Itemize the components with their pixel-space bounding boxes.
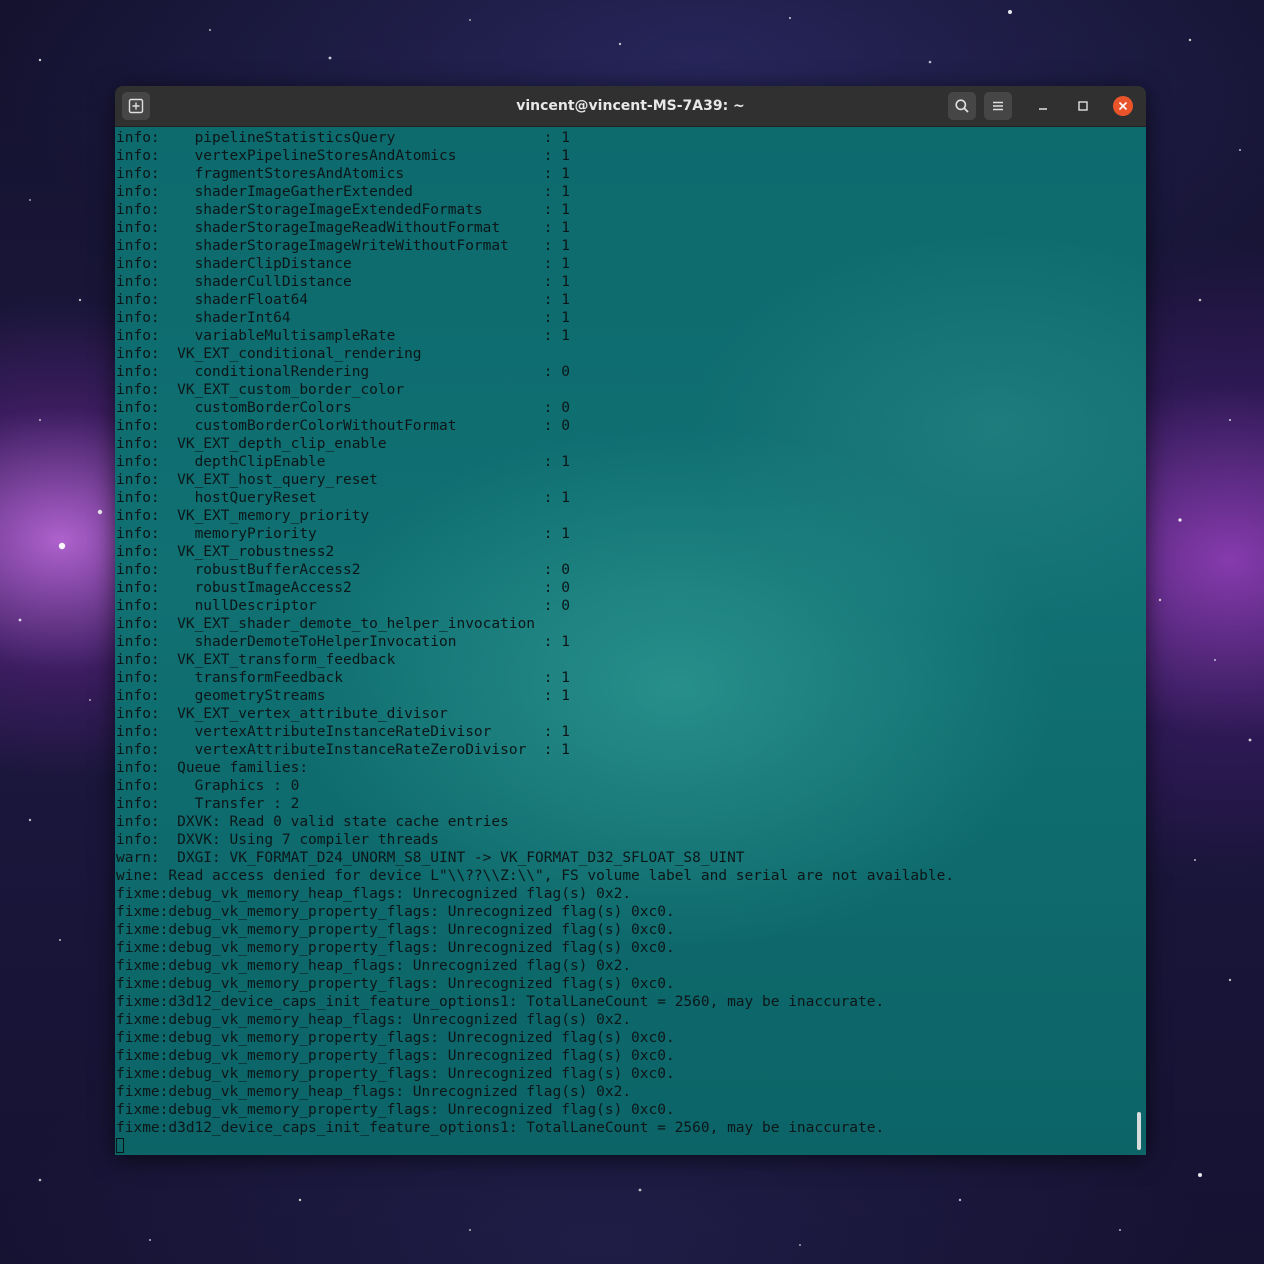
terminal-line: fixme:debug_vk_memory_property_flags: Un… <box>116 1066 675 1082</box>
terminal-line: info: pipelineStatisticsQuery : 1 <box>116 130 570 146</box>
minimize-button[interactable] <box>1033 96 1053 116</box>
terminal-line: fixme:debug_vk_memory_property_flags: Un… <box>116 922 675 938</box>
terminal-line: info: shaderStorageImageReadWithoutForma… <box>116 220 570 236</box>
terminal-line: fixme:debug_vk_memory_property_flags: Un… <box>116 976 675 992</box>
menu-button[interactable] <box>984 92 1012 120</box>
terminal-line: info: vertexAttributeInstanceRateDivisor… <box>116 724 570 740</box>
terminal-line: info: Graphics : 0 <box>116 778 300 794</box>
terminal-line: fixme:debug_vk_memory_heap_flags: Unreco… <box>116 958 632 974</box>
terminal-line: info: shaderFloat64 : 1 <box>116 292 570 308</box>
close-button[interactable] <box>1113 96 1133 116</box>
terminal-line: info: shaderCullDistance : 1 <box>116 274 570 290</box>
terminal-line: fixme:debug_vk_memory_property_flags: Un… <box>116 1030 675 1046</box>
terminal-line: info: DXVK: Using 7 compiler threads <box>116 832 440 848</box>
terminal-line: info: VK_EXT_host_query_reset <box>116 472 378 488</box>
terminal-line: info: DXVK: Read 0 valid state cache ent… <box>116 814 509 830</box>
terminal-line: warn: DXGI: VK_FORMAT_D24_UNORM_S8_UINT … <box>116 850 745 866</box>
search-icon <box>955 99 969 113</box>
terminal-line: info: shaderImageGatherExtended : 1 <box>116 184 570 200</box>
terminal-line: fixme:debug_vk_memory_property_flags: Un… <box>116 1048 675 1064</box>
terminal-line: info: shaderClipDistance : 1 <box>116 256 570 272</box>
terminal-line: info: customBorderColorWithoutFormat : 0 <box>116 418 570 434</box>
terminal-line: info: nullDescriptor : 0 <box>116 598 570 614</box>
terminal-line: info: variableMultisampleRate : 1 <box>116 328 570 344</box>
terminal-line: info: Queue families: <box>116 760 309 776</box>
terminal-line: info: VK_EXT_memory_priority <box>116 508 370 524</box>
terminal-line: fixme:d3d12_device_caps_init_feature_opt… <box>116 1120 885 1136</box>
maximize-icon <box>1078 101 1088 111</box>
terminal-window: vincent@vincent-MS-7A39: ~ info: pipelin… <box>115 86 1146 1155</box>
terminal-line: info: VK_EXT_conditional_rendering <box>116 346 422 362</box>
terminal-output-area[interactable]: info: pipelineStatisticsQuery : 1 info: v… <box>115 127 1146 1155</box>
terminal-line: info: shaderStorageImageExtendedFormats … <box>116 202 570 218</box>
scrollbar-thumb[interactable] <box>1137 1112 1141 1150</box>
terminal-line: info: Transfer : 2 <box>116 796 300 812</box>
terminal-line: info: VK_EXT_shader_demote_to_helper_inv… <box>116 616 536 632</box>
maximize-button[interactable] <box>1073 96 1093 116</box>
close-icon <box>1118 101 1128 111</box>
minimize-icon <box>1039 108 1047 110</box>
terminal-line: fixme:debug_vk_memory_heap_flags: Unreco… <box>116 886 632 902</box>
terminal-lines: info: pipelineStatisticsQuery : 1 info: v… <box>116 129 954 1137</box>
terminal-line: info: geometryStreams : 1 <box>116 688 570 704</box>
terminal-line: fixme:debug_vk_memory_property_flags: Un… <box>116 1102 675 1118</box>
terminal-line: info: vertexPipelineStoresAndAtomics : 1 <box>116 148 570 164</box>
terminal-line: info: transformFeedback : 1 <box>116 670 570 686</box>
terminal-cursor <box>116 1138 124 1153</box>
terminal-line: info: shaderDemoteToHelperInvocation : 1 <box>116 634 570 650</box>
terminal-line: info: VK_EXT_depth_clip_enable <box>116 436 387 452</box>
terminal-line: info: depthClipEnable : 1 <box>116 454 570 470</box>
terminal-line: info: hostQueryReset : 1 <box>116 490 570 506</box>
terminal-line: info: vertexAttributeInstanceRateZeroDiv… <box>116 742 570 758</box>
terminal-line: info: shaderInt64 : 1 <box>116 310 570 326</box>
terminal-line: info: VK_EXT_transform_feedback <box>116 652 396 668</box>
terminal-line: fixme:debug_vk_memory_heap_flags: Unreco… <box>116 1012 632 1028</box>
hamburger-menu-icon <box>993 101 1003 111</box>
terminal-line: wine: Read access denied for device L"\\… <box>116 868 955 884</box>
terminal-line: fixme:d3d12_device_caps_init_feature_opt… <box>116 994 885 1010</box>
terminal-line: fixme:debug_vk_memory_heap_flags: Unreco… <box>116 1084 632 1100</box>
title-bar[interactable]: vincent@vincent-MS-7A39: ~ <box>115 86 1146 127</box>
terminal-line: info: VK_EXT_custom_border_color <box>116 382 405 398</box>
terminal-line: fixme:debug_vk_memory_property_flags: Un… <box>116 940 675 956</box>
terminal-line: info: memoryPriority : 1 <box>116 526 570 542</box>
terminal-line: info: VK_EXT_robustness2 <box>116 544 335 560</box>
terminal-line: info: VK_EXT_vertex_attribute_divisor <box>116 706 448 722</box>
terminal-line: info: fragmentStoresAndAtomics : 1 <box>116 166 570 182</box>
terminal-line: info: customBorderColors : 0 <box>116 400 570 416</box>
terminal-line: info: robustBufferAccess2 : 0 <box>116 562 570 578</box>
terminal-line: fixme:debug_vk_memory_property_flags: Un… <box>116 904 675 920</box>
terminal-line: info: shaderStorageImageWriteWithoutForm… <box>116 238 570 254</box>
search-button[interactable] <box>948 92 976 120</box>
terminal-line: info: conditionalRendering : 0 <box>116 364 570 380</box>
terminal-line: info: robustImageAccess2 : 0 <box>116 580 570 596</box>
